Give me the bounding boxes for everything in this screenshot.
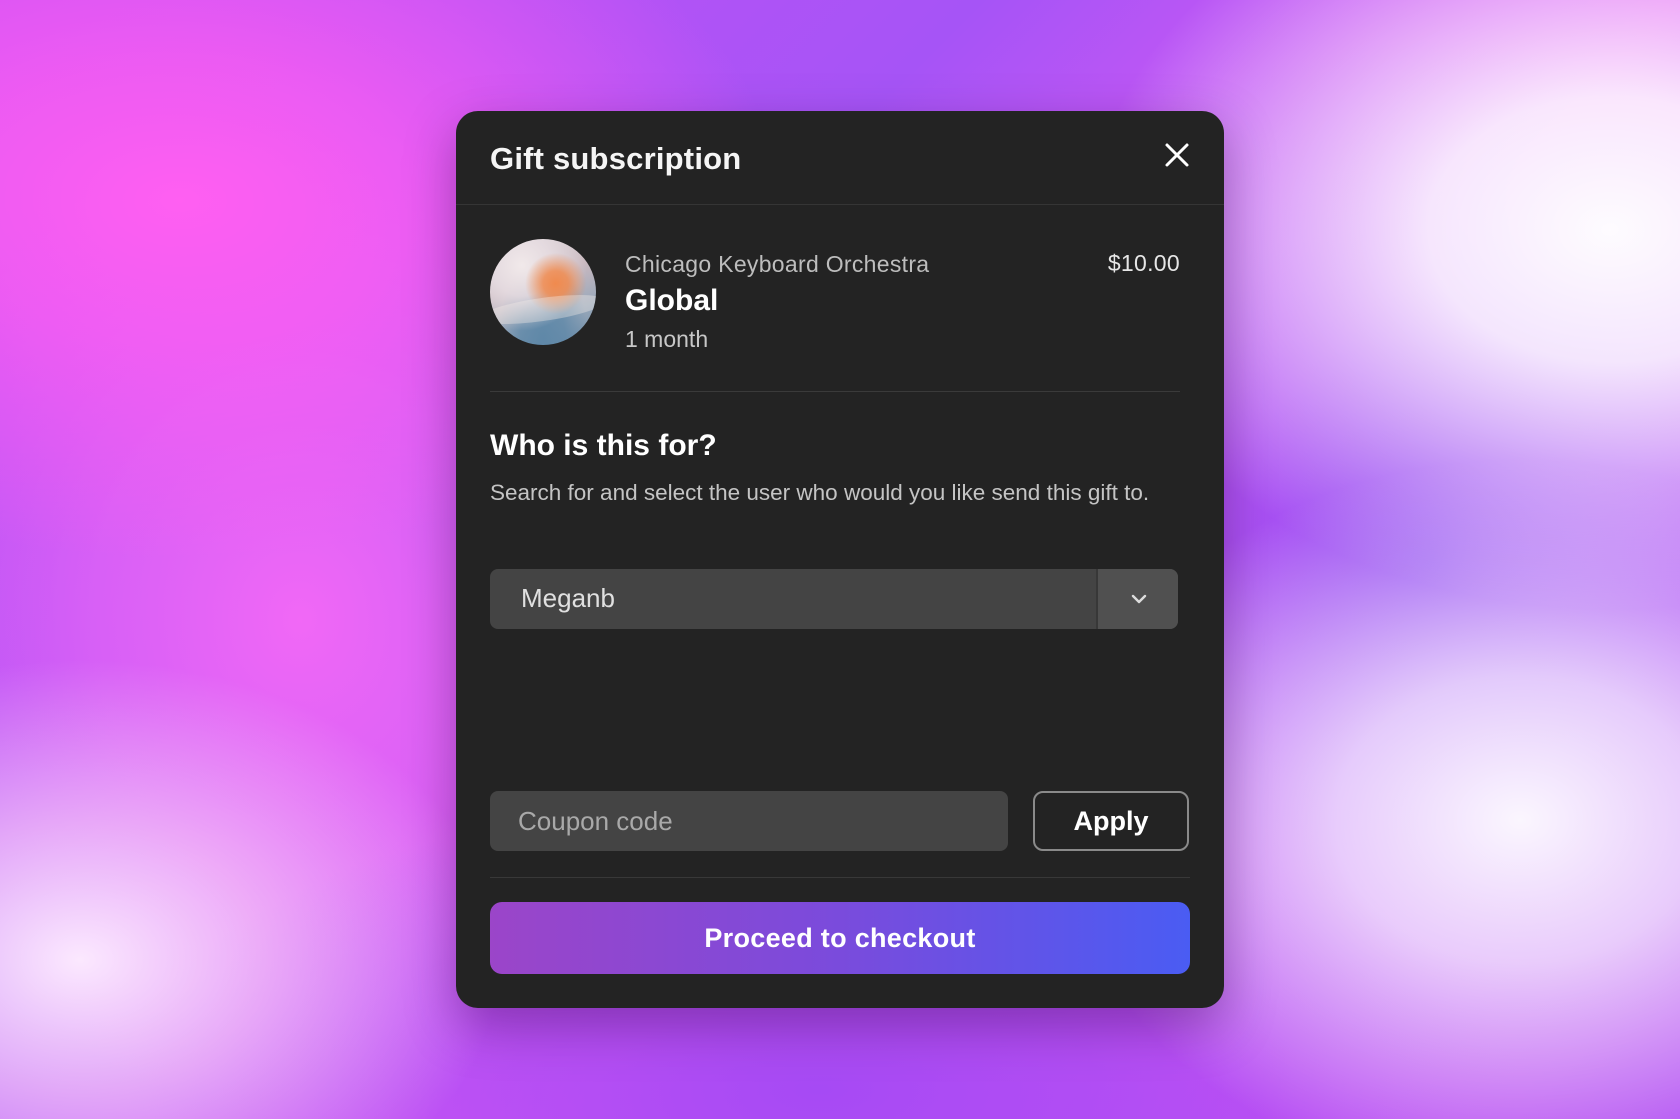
product-summary: Chicago Keyboard Orchestra Global 1 mont… bbox=[490, 239, 1180, 352]
close-button[interactable] bbox=[1160, 138, 1194, 172]
selected-user: Meganb bbox=[521, 583, 615, 613]
divider bbox=[490, 877, 1190, 878]
plan-duration: 1 month bbox=[625, 326, 709, 352]
modal-header: Gift subscription bbox=[456, 111, 1224, 205]
apply-coupon-button[interactable]: Apply bbox=[1033, 791, 1189, 851]
proceed-to-checkout-button[interactable]: Proceed to checkout bbox=[490, 902, 1190, 974]
orchestra-avatar bbox=[490, 239, 596, 345]
recipient-select[interactable]: Meganb bbox=[490, 569, 1178, 629]
divider bbox=[490, 391, 1180, 392]
gift-subscription-modal: Gift subscription Chicago Keyboard Orche… bbox=[456, 111, 1224, 1008]
modal-title: Gift subscription bbox=[490, 141, 742, 176]
close-icon bbox=[1165, 143, 1189, 167]
chevron-down-icon bbox=[1131, 594, 1147, 604]
plan-price: $10.00 bbox=[1107, 250, 1180, 276]
recipient-heading: Who is this for? bbox=[490, 429, 717, 462]
organization-name: Chicago Keyboard Orchestra bbox=[625, 251, 930, 277]
recipient-description: Search for and select the user who would… bbox=[490, 480, 1150, 505]
plan-name: Global bbox=[625, 284, 719, 317]
coupon-code-input[interactable] bbox=[490, 791, 1008, 851]
select-dropdown-toggle[interactable] bbox=[1096, 569, 1178, 629]
